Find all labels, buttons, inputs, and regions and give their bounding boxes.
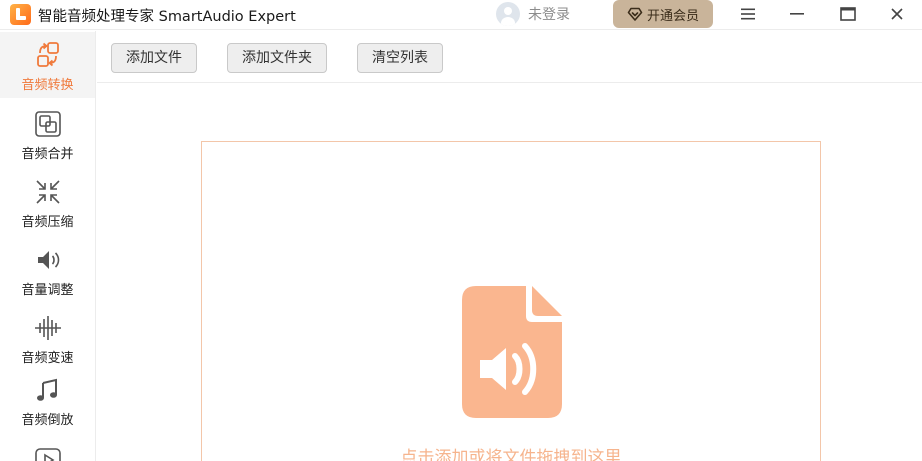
drop-hint-text: 点击添加或将文件拖拽到这里 [400,448,622,461]
play-icon [33,445,63,461]
toolbar: 添加文件 添加文件夹 清空列表 [97,31,922,83]
sidebar-item-volume-adjust[interactable]: 音量调整 [0,237,95,303]
sidebar-item-label: 音频合并 [21,147,74,162]
close-icon [891,8,903,20]
volume-icon [33,245,63,275]
waveform-icon [33,313,63,343]
app-title: 智能音频处理专家 SmartAudio Expert [38,9,296,25]
sidebar-item-audio-speed[interactable]: 音频变速 [0,305,95,371]
sidebar-item-label: 音频倒放 [21,413,74,428]
file-drop-zone[interactable]: 点击添加或将文件拖拽到这里 [201,141,821,461]
compress-icon [33,177,63,207]
add-folder-button[interactable]: 添加文件夹 [227,43,327,73]
sidebar-item-label: 音频压缩 [21,215,74,230]
close-button[interactable] [884,2,910,26]
title-bar: 智能音频处理专家 SmartAudio Expert 未登录 开通会员 [0,0,922,30]
convert-icon [33,40,63,70]
avatar-icon [496,2,520,26]
sidebar: 音频转换 音频合并 音频压缩 音量调整 音频变速 音频倒放 [0,31,96,461]
minimize-button[interactable] [784,2,810,26]
diamond-heart-icon [627,7,643,21]
sidebar-item-audio-merge[interactable]: 音频合并 [0,101,95,167]
app-logo [10,4,31,25]
sidebar-item-audio-convert[interactable]: 音频转换 [0,32,95,98]
merge-icon [33,109,63,139]
sidebar-item-more[interactable] [0,435,95,461]
clear-list-button[interactable]: 清空列表 [357,43,443,73]
sidebar-item-label: 音频变速 [21,351,74,366]
sidebar-item-audio-compress[interactable]: 音频压缩 [0,169,95,235]
vip-button[interactable]: 开通会员 [613,0,713,28]
minimize-icon [790,13,804,15]
vip-label: 开通会员 [646,8,699,24]
login-label: 未登录 [528,7,570,23]
menu-button[interactable] [735,2,761,26]
audio-file-icon [462,286,562,418]
hamburger-menu-icon [741,8,755,20]
maximize-button[interactable] [835,2,861,26]
add-file-button[interactable]: 添加文件 [111,43,197,73]
music-note-icon [33,375,63,405]
login-button[interactable]: 未登录 [496,2,570,26]
sidebar-item-audio-reverse[interactable]: 音频倒放 [0,367,95,433]
sidebar-item-label: 音量调整 [21,283,74,298]
maximize-icon [840,7,856,21]
sidebar-item-label: 音频转换 [21,78,74,93]
